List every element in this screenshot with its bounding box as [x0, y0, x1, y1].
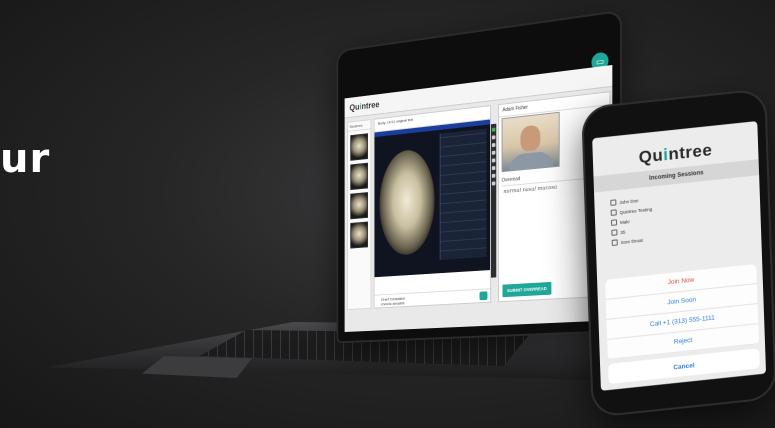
text-tool-icon[interactable]	[491, 150, 496, 155]
chief-complaint: Chief Complaint chronic sinusitis	[374, 288, 491, 308]
annotation-toolbar	[490, 123, 497, 278]
stethoscope-icon	[610, 199, 617, 206]
app-logo: Quintree	[349, 99, 380, 113]
app-screen: Quintree Sessions Body, 14:01 original t…	[344, 64, 613, 332]
calendar-icon	[611, 229, 618, 236]
video-person-body	[509, 150, 554, 171]
pen-tool-icon[interactable]	[491, 127, 496, 132]
settings-tool-icon[interactable]	[491, 181, 496, 186]
session-thumbnail[interactable]	[350, 221, 369, 249]
zoom-tool-icon[interactable]	[491, 158, 496, 163]
undo-tool-icon[interactable]	[491, 166, 496, 171]
scope-image-area	[374, 123, 497, 278]
clipboard-icon	[611, 239, 618, 246]
endoscopy-viewer: Body, 14:01 original text Chief Complain	[373, 105, 497, 309]
submit-overread-button[interactable]: SUBMIT OVERREAD	[502, 281, 552, 298]
overread-text[interactable]: normal nasal mucosa	[503, 185, 557, 196]
erase-tool-icon[interactable]	[491, 173, 496, 178]
session-thumbnail[interactable]	[350, 133, 369, 161]
line-tool-icon[interactable]	[491, 135, 496, 140]
action-sheet: Join Now Join Soon Call +1 (313) 555-111…	[605, 263, 760, 385]
sessions-panel: Sessions	[347, 119, 372, 310]
action-sheet-group: Join Now Join Soon Call +1 (313) 555-111…	[605, 263, 760, 361]
camera-icon[interactable]	[479, 291, 488, 301]
sessions-label: Sessions	[347, 120, 371, 132]
hero-heading: ur	[0, 136, 51, 182]
video-feed	[501, 111, 560, 173]
phone-device: Quintree Incoming Sessions John Doe Quin…	[583, 90, 775, 416]
phone-screen: Quintree Incoming Sessions John Doe Quin…	[592, 121, 767, 391]
session-thumbnail[interactable]	[350, 192, 369, 220]
video-person-face	[520, 124, 541, 152]
endoscope-image	[379, 147, 435, 257]
gender-icon	[610, 219, 618, 226]
laptop-lid: ● ☎ ▭ Quintree Sessions Body, 14:01 orig…	[338, 12, 620, 342]
session-thumbnail[interactable]	[350, 162, 369, 191]
arrow-tool-icon[interactable]	[491, 142, 496, 148]
building-icon	[610, 209, 617, 216]
ct-scan-strip	[439, 128, 487, 260]
